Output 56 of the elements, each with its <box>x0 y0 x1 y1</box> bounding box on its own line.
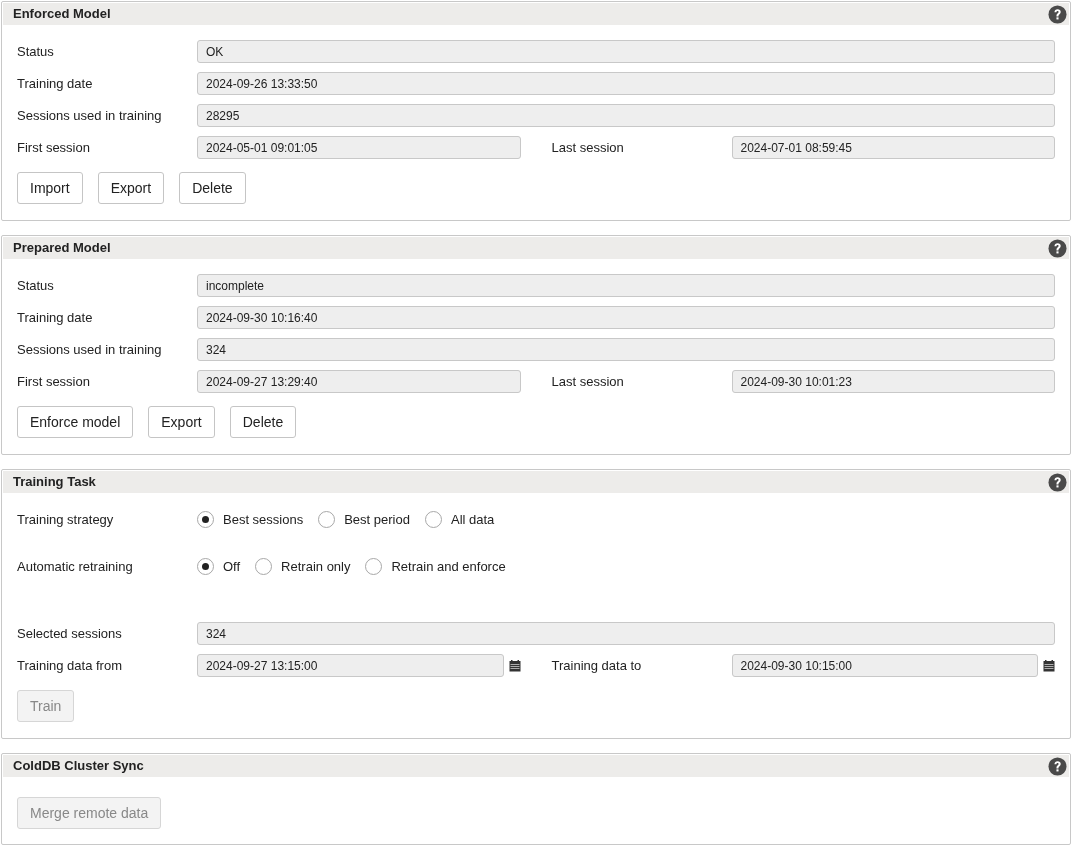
calendar-icon[interactable] <box>508 659 521 672</box>
action-button[interactable]: Delete <box>179 172 246 204</box>
field-label: First session <box>17 138 91 157</box>
help-icon[interactable] <box>1048 756 1067 776</box>
radio-option[interactable]: Off <box>197 556 241 577</box>
field-label: Last session <box>551 372 625 391</box>
radio-option[interactable]: All data <box>424 509 495 530</box>
text-field[interactable]: 2024-09-30 10:01:23 <box>731 370 1055 393</box>
help-icon[interactable] <box>1048 4 1067 24</box>
radio-button[interactable] <box>365 558 383 575</box>
field-label: Training date <box>17 308 94 327</box>
radio-button[interactable] <box>318 511 336 528</box>
text-field[interactable]: 2024-09-30 10:15:00 <box>731 654 1038 677</box>
text-field[interactable]: 2024-05-01 09:01:05 <box>197 136 521 159</box>
field-label: Selected sessions <box>17 624 123 643</box>
panel-title: Training Task <box>13 473 96 492</box>
radio-option[interactable]: Retrain and enforce <box>365 556 506 577</box>
action-button[interactable]: Import <box>17 172 83 204</box>
radio-button[interactable] <box>197 511 214 528</box>
panel-title: Prepared Model <box>13 239 111 258</box>
radio-button[interactable] <box>197 558 214 575</box>
help-icon[interactable] <box>1048 238 1067 258</box>
action-button[interactable]: Export <box>97 172 165 204</box>
help-icon[interactable] <box>1048 472 1067 492</box>
field-label: Training strategy <box>17 510 115 529</box>
action-button[interactable]: Enforce model <box>17 406 134 438</box>
panel-title: Enforced Model <box>13 5 111 24</box>
field-label: Sessions used in training <box>17 340 163 359</box>
text-field[interactable]: 2024-09-27 13:15:00 <box>197 654 504 677</box>
field-label: Status <box>17 276 55 295</box>
field-label: First session <box>17 372 91 391</box>
field-label: Training data to <box>551 656 643 675</box>
radio-option[interactable]: Retrain only <box>255 556 351 577</box>
text-field[interactable]: 324 <box>197 338 1055 361</box>
radio-option[interactable]: Best sessions <box>197 509 304 530</box>
calendar-icon[interactable] <box>1043 659 1055 672</box>
text-field[interactable]: 28295 <box>197 104 1055 127</box>
text-field[interactable]: 2024-09-26 13:33:50 <box>197 72 1055 95</box>
field-label: Training data from <box>17 656 123 675</box>
text-field[interactable]: 2024-09-27 13:29:40 <box>197 370 521 393</box>
field-label: Status <box>17 42 55 61</box>
field-label: Training date <box>17 74 94 93</box>
text-field[interactable]: 324 <box>197 622 1055 645</box>
radio-button[interactable] <box>255 558 273 575</box>
action-button[interactable]: Delete <box>229 406 297 438</box>
text-field[interactable]: incomplete <box>197 274 1055 297</box>
radio-button[interactable] <box>424 511 442 528</box>
text-field[interactable]: 2024-07-01 08:59:45 <box>731 136 1055 159</box>
field-label: Automatic retraining <box>17 557 134 576</box>
text-field[interactable]: OK <box>197 40 1055 63</box>
field-label: Last session <box>551 138 625 157</box>
action-button[interactable]: Export <box>148 406 215 438</box>
radio-option[interactable]: Best period <box>318 509 410 530</box>
text-field[interactable]: 2024-09-30 10:16:40 <box>197 306 1055 329</box>
panel-title: ColdDB Cluster Sync <box>13 757 144 776</box>
field-label: Sessions used in training <box>17 106 163 125</box>
